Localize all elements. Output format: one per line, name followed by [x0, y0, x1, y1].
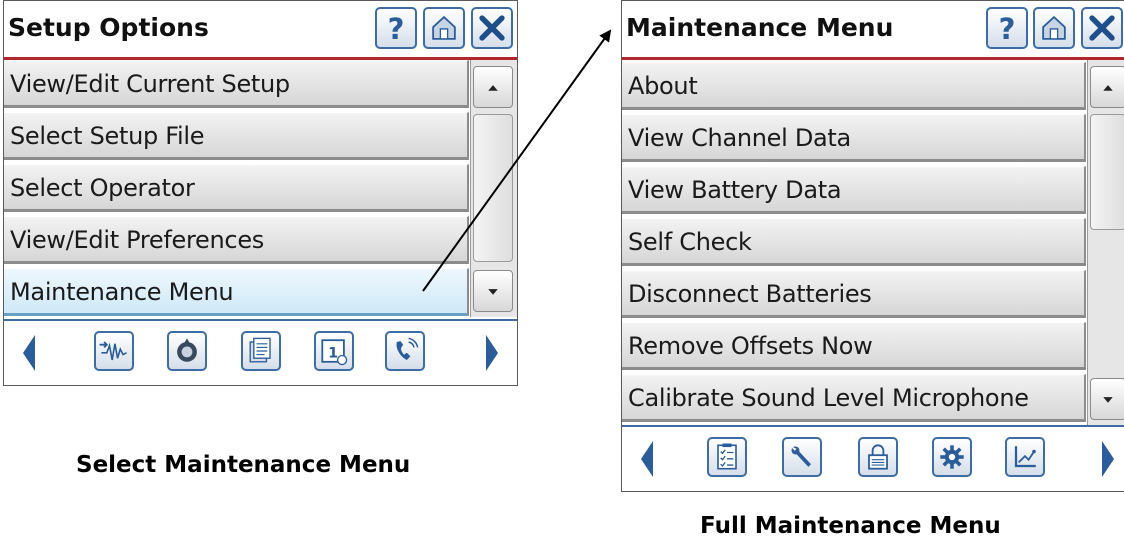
calendar-button[interactable]: 1	[314, 331, 354, 371]
menu-item-view-channel-data[interactable]: View Channel Data	[622, 114, 1086, 162]
down-arrow-icon	[1103, 397, 1113, 403]
left-arrow-button[interactable]	[637, 439, 657, 479]
menu-item-view-edit-preferences[interactable]: View/Edit Preferences	[4, 216, 469, 264]
wrench-icon	[791, 446, 811, 467]
menu-item-label: Maintenance Menu	[10, 278, 234, 306]
menu-item-label: View Battery Data	[628, 176, 842, 204]
menu-item-label: Remove Offsets Now	[628, 332, 873, 360]
scroll-up-button[interactable]	[473, 66, 513, 108]
scroll-thumb[interactable]	[473, 114, 513, 262]
scroll-down-button[interactable]	[1090, 378, 1124, 420]
maintenance-menu-screen: Maintenance Menu ? About View Channel Da…	[621, 0, 1124, 492]
menu-item-label: Self Check	[628, 228, 752, 256]
menu-item-remove-offsets-now[interactable]: Remove Offsets Now	[622, 322, 1086, 370]
help-icon: ?	[999, 12, 1016, 46]
documents-button[interactable]	[241, 331, 281, 371]
gear-icon	[940, 445, 964, 469]
left-arrow-icon	[641, 441, 653, 477]
gear-button[interactable]	[932, 437, 972, 477]
close-icon	[1089, 15, 1115, 41]
svg-text:?: ?	[388, 12, 405, 46]
bottom-toolbar: 1	[4, 319, 517, 385]
menu-item-disconnect-batteries[interactable]: Disconnect Batteries	[622, 270, 1086, 318]
up-arrow-icon	[1103, 85, 1113, 91]
left-arrow-button[interactable]	[19, 333, 39, 373]
help-button[interactable]: ?	[986, 7, 1028, 49]
phone-button[interactable]	[385, 331, 425, 371]
chart-icon	[1014, 446, 1036, 468]
menu-item-view-edit-current-setup[interactable]: View/Edit Current Setup	[4, 60, 469, 108]
menu-item-label: About	[628, 72, 698, 100]
help-icon: ?	[388, 12, 405, 46]
menu-item-label: View/Edit Preferences	[10, 226, 264, 254]
checklist-icon	[717, 443, 737, 470]
badge-button[interactable]	[167, 331, 207, 371]
left-arrow-icon	[23, 335, 35, 371]
waveform-button[interactable]	[94, 331, 134, 371]
menu-item-label: Select Setup File	[10, 122, 205, 150]
menu-item-view-battery-data[interactable]: View Battery Data	[622, 166, 1086, 214]
scroll-up-button[interactable]	[1090, 66, 1124, 108]
caption-full-maintenance-menu: Full Maintenance Menu	[700, 513, 1001, 539]
scrollbar[interactable]	[1087, 60, 1124, 426]
home-button[interactable]	[423, 7, 465, 49]
menu-item-label: Disconnect Batteries	[628, 280, 872, 308]
wrench-button[interactable]	[782, 437, 822, 477]
right-arrow-icon	[1102, 441, 1114, 477]
down-arrow-icon	[488, 289, 498, 295]
menu-item-maintenance-menu[interactable]: Maintenance Menu	[4, 268, 469, 316]
phone-icon	[396, 337, 419, 360]
screen-title: Setup Options	[8, 13, 209, 42]
setup-options-screen: Setup Options ? View/Edit Current Setup …	[3, 0, 518, 386]
menu-item-self-check[interactable]: Self Check	[622, 218, 1086, 266]
chart-button[interactable]	[1005, 437, 1045, 477]
close-button[interactable]	[1081, 7, 1123, 49]
calendar-icon: 1	[321, 339, 348, 366]
close-button[interactable]	[471, 7, 513, 49]
help-button[interactable]: ?	[375, 7, 417, 49]
scroll-thumb[interactable]	[1090, 114, 1124, 230]
menu-item-label: View/Edit Current Setup	[10, 70, 290, 98]
svg-text:1: 1	[328, 345, 338, 361]
close-icon	[479, 15, 505, 41]
svg-text:?: ?	[999, 12, 1016, 46]
scroll-down-button[interactable]	[473, 270, 513, 312]
documents-icon	[249, 337, 271, 363]
home-icon	[432, 15, 456, 40]
waveform-icon	[99, 341, 127, 361]
up-arrow-icon	[488, 85, 498, 91]
checklist-button[interactable]	[707, 437, 747, 477]
menu-item-label: Select Operator	[10, 174, 195, 202]
menu-item-label: View Channel Data	[628, 124, 851, 152]
caption-select-maintenance-menu: Select Maintenance Menu	[76, 452, 411, 478]
title-bar: Maintenance Menu ?	[622, 1, 1124, 60]
bottom-toolbar	[622, 425, 1124, 491]
lock-button[interactable]	[858, 437, 898, 477]
menu-item-label: Calibrate Sound Level Microphone	[628, 384, 1029, 412]
menu-item-about[interactable]: About	[622, 62, 1086, 110]
title-bar: Setup Options ?	[4, 1, 517, 60]
menu-item-select-setup-file[interactable]: Select Setup File	[4, 112, 469, 160]
right-arrow-button[interactable]	[482, 333, 502, 373]
right-arrow-icon	[486, 335, 498, 371]
scrollbar[interactable]	[470, 60, 517, 317]
menu-item-select-operator[interactable]: Select Operator	[4, 164, 469, 212]
badge-icon	[177, 338, 197, 362]
menu-item-calibrate-sound-level-microphone[interactable]: Calibrate Sound Level Microphone	[622, 374, 1086, 422]
screen-title: Maintenance Menu	[626, 13, 894, 42]
right-arrow-button[interactable]	[1098, 439, 1118, 479]
home-icon	[1042, 15, 1066, 40]
lock-icon	[868, 444, 888, 470]
home-button[interactable]	[1033, 7, 1075, 49]
